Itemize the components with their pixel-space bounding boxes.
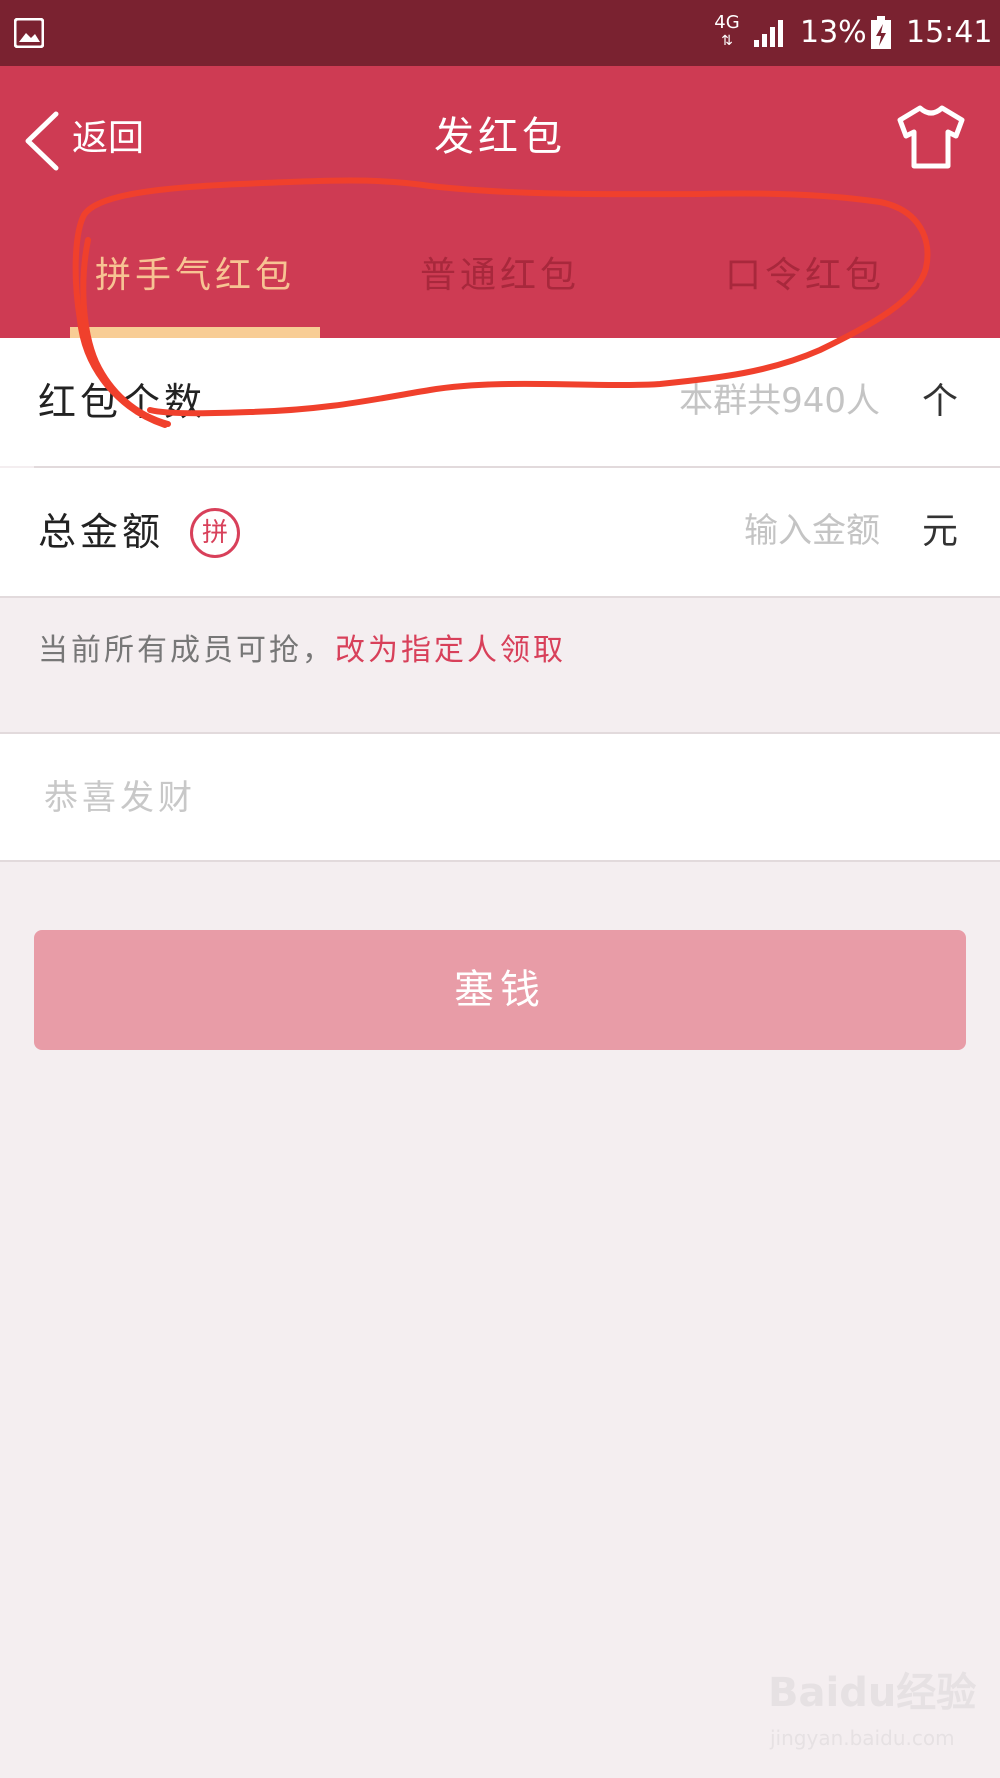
clock: 15:41 (906, 15, 993, 50)
header: 返回 发红包 拼手气红包 普通红包 口令红包 (0, 66, 1000, 338)
tab-bar: 拼手气红包 普通红包 口令红包 (0, 246, 1000, 338)
greeting-input[interactable] (44, 764, 944, 832)
assign-recipient-link[interactable]: 改为指定人领取 (335, 633, 566, 668)
packet-count-input[interactable] (560, 368, 880, 434)
send-red-packet-screen: 4G ⇅ 13% 15:41 返回 发红包 拼手气红包 普通红包 口令红包 红包… (0, 0, 1000, 1778)
packet-count-label: 红包个数 (38, 380, 207, 424)
tab-password-packet[interactable]: 口令红包 (680, 246, 930, 338)
greeting-row (0, 732, 1000, 862)
watermark-url: jingyan.baidu.com (770, 1726, 955, 1750)
network-type: 4G (714, 12, 740, 33)
gallery-icon (14, 18, 44, 48)
tab-normal-packet[interactable]: 普通红包 (370, 246, 630, 338)
active-tab-indicator (70, 327, 320, 338)
recipient-hint-text: 当前所有成员可抢， (38, 633, 335, 668)
chevron-left-icon (25, 111, 59, 171)
lucky-badge: 拼 (190, 508, 240, 558)
page-title: 发红包 (434, 114, 566, 160)
packet-count-unit: 个 (922, 381, 959, 422)
network-indicator: 4G ⇅ (712, 14, 742, 54)
stuff-money-button[interactable]: 塞钱 (34, 930, 966, 1050)
tab-lucky-packet[interactable]: 拼手气红包 (70, 246, 320, 338)
battery-percent: 13% (800, 15, 867, 50)
watermark: Baidu经验 jingyan.baidu.com (760, 1660, 980, 1760)
total-amount-input[interactable] (600, 498, 880, 564)
battery-charging-icon (871, 16, 891, 49)
back-button[interactable]: 返回 (22, 104, 172, 174)
watermark-logo: Baidu经验 (768, 1670, 977, 1716)
row-divider (0, 596, 1000, 598)
back-label: 返回 (72, 118, 145, 159)
total-amount-unit: 元 (922, 511, 959, 552)
status-bar: 4G ⇅ 13% 15:41 (0, 0, 1000, 66)
network-arrows-icon: ⇅ (721, 33, 733, 49)
theme-button[interactable] (896, 104, 966, 170)
tshirt-icon (897, 105, 965, 169)
packet-count-row: 红包个数 个 (0, 338, 1000, 466)
total-amount-row: 总金额 拼 元 (0, 468, 1000, 596)
recipient-hint: 当前所有成员可抢，改为指定人领取 (38, 628, 566, 674)
signal-icon (754, 20, 783, 47)
total-amount-label: 总金额 (38, 510, 165, 554)
